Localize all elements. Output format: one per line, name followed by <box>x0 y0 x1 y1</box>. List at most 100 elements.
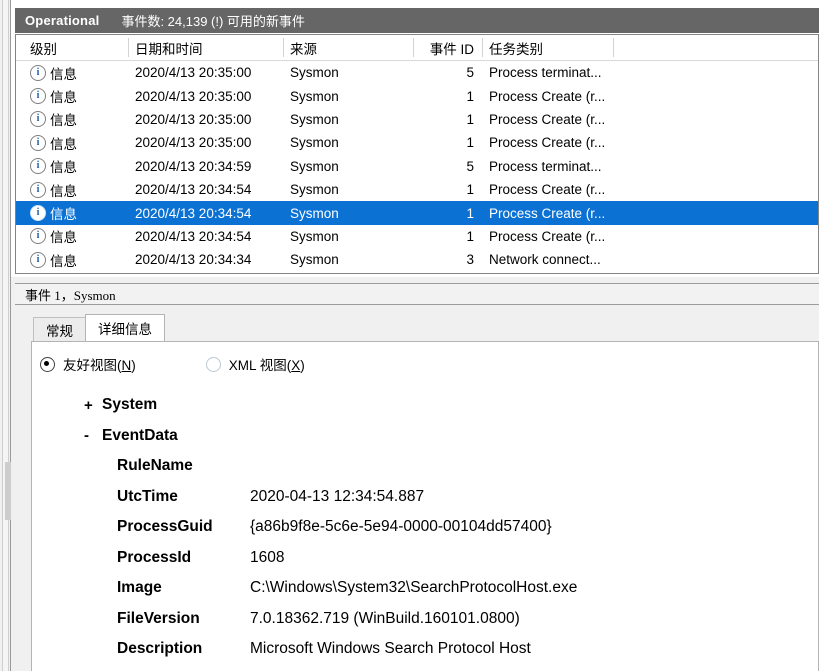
cell-task <box>483 272 613 273</box>
cell-datetime: 2020/4/13 20:35:00 <box>135 111 252 127</box>
cell-level: i 信息 <box>24 178 129 201</box>
table-row[interactable]: i 信息 2020/4/13 20:34:54 Sysmon 1 Process Crea… <box>16 201 818 225</box>
table-row[interactable]: i 信息 2020/4/13 20:34:34 Sysmon 3 Network conn… <box>16 248 818 271</box>
cell-datetime: 2020/4/13 20:34:54 <box>135 205 252 221</box>
view-mode-option-label: 友好视图(N) <box>63 358 136 373</box>
cell-event-id: 3 <box>466 252 474 268</box>
cell-datetime: 2020/4/13 20:34:34 <box>135 252 252 268</box>
log-name-title: Operational <box>25 13 100 28</box>
expand-icon[interactable]: + <box>84 390 93 421</box>
column-divider-0[interactable] <box>128 38 129 57</box>
events-list[interactable]: 级别 日期和时间 来源 事件 ID 任务类别 i 信息 2020/4/13 20:35:00… <box>15 34 819 274</box>
field-value: C:\Windows\System32\SearchProtocolHost.e… <box>250 579 578 597</box>
cell-datetime: 2020/4/13 20:35:00 <box>135 88 252 104</box>
accelerator-key: N <box>121 358 132 373</box>
view-mode-option-label: XML 视图(X) <box>228 358 305 373</box>
events-pane-header: Operational 事件数: 24,139 (!) 可用的新事件 <box>15 8 819 33</box>
cell-level: i 信息 <box>24 225 129 248</box>
column-divider-1[interactable] <box>283 38 284 57</box>
column-header-1[interactable]: 日期和时间 <box>129 35 284 60</box>
info-icon: i <box>30 88 46 105</box>
cell-level-label: 信息 <box>50 160 77 176</box>
radio-button-icon[interactable] <box>40 356 55 372</box>
accelerator-key: X <box>291 358 301 373</box>
table-row[interactable]: i 信息 2020/4/13 20:34:54 Sysmon 1 Process Crea… <box>16 178 818 201</box>
cell-task: Process Create (r... <box>489 111 606 127</box>
column-header-3[interactable]: 事件 ID <box>414 35 482 60</box>
table-row[interactable]: i 信息 2020/4/13 20:34:59 Sysmon 5 Process term… <box>16 155 818 178</box>
tree-field-row: UtcTime 2020-04-13 12:34:54.887 <box>32 482 818 513</box>
cell-task: Process Create (r... <box>489 88 606 104</box>
cell-task: Process terminat... <box>489 158 602 174</box>
events-pane: Operational 事件数: 24,139 (!) 可用的新事件 级别 日期和… <box>11 0 819 279</box>
cell-source: Sysmon <box>290 158 339 174</box>
collapse-icon[interactable]: - <box>84 421 89 452</box>
cell-event-id: 5 <box>466 158 474 174</box>
cell-event-id: 1 <box>466 205 474 221</box>
field-value: 7.0.18362.719 (WinBuild.160101.0800) <box>250 609 520 627</box>
cell-level-label: 信息 <box>50 113 77 129</box>
table-row[interactable]: i 信息 2020/4/13 20:34:54 Sysmon 1 Process Crea… <box>16 225 818 248</box>
tab-0[interactable]: 常规 <box>33 317 86 341</box>
info-icon: i <box>30 64 46 81</box>
cell-level: i 信息 <box>24 84 129 107</box>
left-scrollbar-track[interactable] <box>2 0 12 671</box>
view-mode-option-0[interactable]: 友好视图(N) <box>40 354 136 374</box>
cell-datetime: 2020/4/13 20:34:54 <box>135 228 252 244</box>
info-icon: i <box>30 134 46 151</box>
cell-event-id: 1 <box>466 135 474 151</box>
cell-level-label: 信息 <box>50 90 77 106</box>
tree-node-label: EventData <box>102 426 178 444</box>
view-mode-radio-group: 友好视图(N) XML 视图(X) <box>40 354 375 374</box>
table-row[interactable]: i 信息 2020/4/13 20:35:00 Sysmon 5 Process term… <box>16 61 818 84</box>
cell-datetime: 2020/4/13 20:34:59 <box>135 158 252 174</box>
radio-button-icon[interactable] <box>205 356 221 372</box>
tree-node-row[interactable]: + System <box>32 390 818 421</box>
cell-source: Sysmon <box>290 65 339 81</box>
cell-source: Sysmon <box>290 88 339 104</box>
cell-level: i 信息 <box>24 201 129 224</box>
cell-source: Sysmon <box>290 252 339 268</box>
info-icon: i <box>30 205 46 222</box>
cell-level: i 信息 <box>24 248 129 271</box>
column-divider-4[interactable] <box>613 38 614 57</box>
tree-node-row[interactable]: - EventData <box>32 421 818 452</box>
tree-field-row: RuleName <box>32 451 818 482</box>
column-divider-3[interactable] <box>482 38 483 57</box>
cell-level-label: 信息 <box>50 136 77 152</box>
info-icon: i <box>30 181 46 198</box>
field-name: Image <box>117 579 162 597</box>
cell-level: i 信息 <box>24 108 129 131</box>
field-name: ProcessGuid <box>117 518 213 536</box>
column-header-2[interactable]: 来源 <box>284 35 414 60</box>
cell-level: i 信息 <box>24 131 129 154</box>
cell-task: Process Create (r... <box>489 135 606 151</box>
table-row[interactable]: i <box>16 272 818 273</box>
tab-1[interactable]: 详细信息 <box>85 314 165 341</box>
table-row[interactable]: i 信息 2020/4/13 20:35:00 Sysmon 1 Process Crea… <box>16 108 818 131</box>
column-header-4[interactable]: 任务类别 <box>483 35 613 60</box>
cell-source <box>284 272 414 273</box>
column-header-0[interactable]: 级别 <box>24 35 129 60</box>
view-mode-option-1[interactable]: XML 视图(X) <box>205 354 305 374</box>
table-row[interactable]: i 信息 2020/4/13 20:35:00 Sysmon 1 Process Crea… <box>16 84 818 107</box>
table-row[interactable]: i 信息 2020/4/13 20:35:00 Sysmon 1 Process Crea… <box>16 131 818 154</box>
info-icon: i <box>30 228 46 245</box>
tree-field-row: Description Microsoft Windows Search Prot… <box>32 634 818 665</box>
field-value: 1608 <box>250 548 285 566</box>
event-count-label: 事件数: 24,139 (!) 可用的新事件 <box>121 14 305 29</box>
cell-task: Process Create (r... <box>489 182 606 198</box>
field-name: RuleName <box>117 457 193 475</box>
cell-source: Sysmon <box>290 111 339 127</box>
field-value: 2020-04-13 12:34:54.887 <box>250 487 425 505</box>
cell-source: Sysmon <box>290 182 339 198</box>
info-icon: i <box>30 111 46 128</box>
event-viewer-window: Operational 事件数: 24,139 (!) 可用的新事件 级别 日期和… <box>0 0 819 671</box>
event-data-tree[interactable]: + System - EventData RuleName UtcTime 2020-04-… <box>32 390 818 671</box>
cell-task: Network connect... <box>489 252 601 268</box>
cell-level: i 信息 <box>24 155 129 178</box>
cell-task: Process Create (r... <box>489 205 606 221</box>
tree-field-row: ProcessGuid {a86b9f8e-5c6e-5e94-0000-0010… <box>32 512 818 543</box>
tree-field-row: FileVersion 7.0.18362.719 (WinBuild.16010… <box>32 604 818 635</box>
column-divider-2[interactable] <box>413 38 414 57</box>
